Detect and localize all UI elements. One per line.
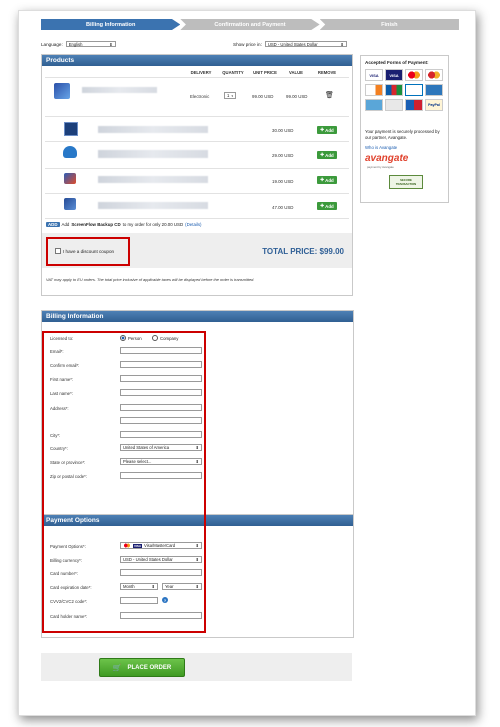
mastercard-icon	[405, 69, 423, 81]
addon-bundle-icon	[64, 198, 76, 210]
trash-icon[interactable]: 🗑	[325, 91, 334, 99]
coupon-label: I have a discount coupon	[63, 248, 115, 254]
step-confirmation-payment: Confirmation and Payment	[180, 19, 320, 30]
language-select[interactable]: English ⬍	[65, 41, 116, 47]
chevron-down-icon: ⬍	[109, 41, 113, 47]
products-title: Products	[42, 55, 352, 66]
add-button[interactable]: ✚ Add	[317, 151, 337, 159]
checkout-page: Billing Information Confirmation and Pay…	[18, 10, 476, 716]
col-quantity: QUANTITY	[222, 70, 244, 75]
addon-name	[98, 126, 208, 133]
add-button[interactable]: ✚ Add	[317, 176, 337, 184]
currency-row: Show price in: USD - United States Dolla…	[233, 41, 347, 47]
addon-price: 30.00 USD	[272, 128, 294, 133]
bank-transfer-icon	[385, 99, 403, 111]
delivery-value: Electronic	[190, 94, 210, 99]
avangate-logo: avangate	[365, 153, 409, 164]
details-link[interactable]: (Details)	[185, 222, 201, 227]
addon-name	[98, 176, 208, 183]
chevron-down-icon: ⬍	[340, 41, 344, 47]
amex-alt-icon	[365, 99, 383, 111]
visa-icon: VISA	[365, 69, 383, 81]
add-badge[interactable]: ADD	[46, 222, 60, 227]
unit-price-value: 99.00 USD	[252, 94, 274, 99]
mastercard-alt-icon	[425, 69, 443, 81]
secure-text: Your payment is securely processed by ou…	[365, 129, 440, 140]
add-button[interactable]: ✚ Add	[317, 202, 337, 210]
paypal-icon: PayPal	[425, 99, 443, 111]
addon-product-icon	[64, 122, 78, 136]
product-value: 99.00 USD	[286, 94, 308, 99]
quantity-input[interactable]: 1 ▾	[224, 92, 236, 99]
addon-price: 29.00 USD	[272, 153, 294, 158]
col-unit-price: UNIT PRICE	[253, 70, 277, 75]
discover-icon	[365, 84, 383, 96]
language-row: Language: English ⬍	[41, 41, 116, 47]
place-order-button[interactable]: 🛒 PLACE ORDER	[99, 658, 185, 677]
maestro-icon	[405, 99, 423, 111]
backup-text-bold: ScreenFlow Backup CD	[71, 222, 121, 227]
form-highlight	[42, 331, 206, 633]
currency-value: USD - United States Dollar	[267, 41, 318, 47]
addon-price: 19.00 USD	[272, 179, 294, 184]
payment-logos: VISA VISA PayPal	[365, 69, 445, 111]
backup-text-pre: Add	[61, 222, 70, 227]
currency-select[interactable]: USD - United States Dollar ⬍	[264, 41, 347, 47]
amex-icon	[425, 84, 443, 96]
place-order-label: PLACE ORDER	[127, 664, 172, 671]
total-price: TOTAL PRICE: $99.00	[262, 247, 344, 256]
step-finish: Finish	[319, 19, 459, 30]
price-in-label: Show price in:	[233, 41, 262, 47]
avangate-sub: payment by Avangate	[367, 165, 394, 169]
step-billing-information: Billing Information	[41, 19, 181, 30]
support-headset-icon	[63, 146, 77, 158]
diners-icon	[405, 84, 423, 96]
col-remove: REMOVE	[317, 70, 337, 75]
language-value: English	[68, 41, 83, 47]
billing-title: Billing Information	[42, 311, 353, 322]
language-label: Language:	[41, 41, 63, 47]
addon-price: 47.00 USD	[272, 205, 294, 210]
checkout-steps: Billing Information Confirmation and Pay…	[41, 19, 459, 30]
accepted-payments-title: Accepted Forms of Payment:	[365, 60, 429, 65]
screenflow-product-icon	[54, 83, 70, 99]
backup-text-post: to my order for only 20.00 USD	[122, 222, 184, 227]
products-panel: Products DELIVERY QUANTITY UNIT PRICE VA…	[41, 54, 353, 296]
coupon-row: I have a discount coupon	[55, 248, 114, 254]
col-value: VALUE	[289, 70, 303, 75]
addon-name	[98, 150, 208, 158]
secure-seal-icon: SECURE TRANSACTION	[389, 175, 423, 189]
jcb-icon	[385, 84, 403, 96]
addon-name	[98, 202, 208, 209]
addon-box-icon	[64, 173, 76, 184]
who-is-avangate-link[interactable]: Who is Avangate	[365, 145, 397, 150]
col-delivery: DELIVERY	[190, 70, 212, 75]
vat-note: VAT may apply to EU orders. The total pr…	[46, 277, 255, 282]
product-name	[82, 87, 157, 93]
cart-icon: 🛒	[112, 664, 122, 672]
add-button[interactable]: ✚ Add	[317, 126, 337, 134]
visa-electron-icon: VISA	[385, 69, 403, 81]
place-order-bar	[41, 653, 352, 681]
backup-cd-row: ADD Add ScreenFlow Backup CD to my order…	[46, 222, 202, 227]
coupon-checkbox[interactable]	[55, 248, 61, 254]
